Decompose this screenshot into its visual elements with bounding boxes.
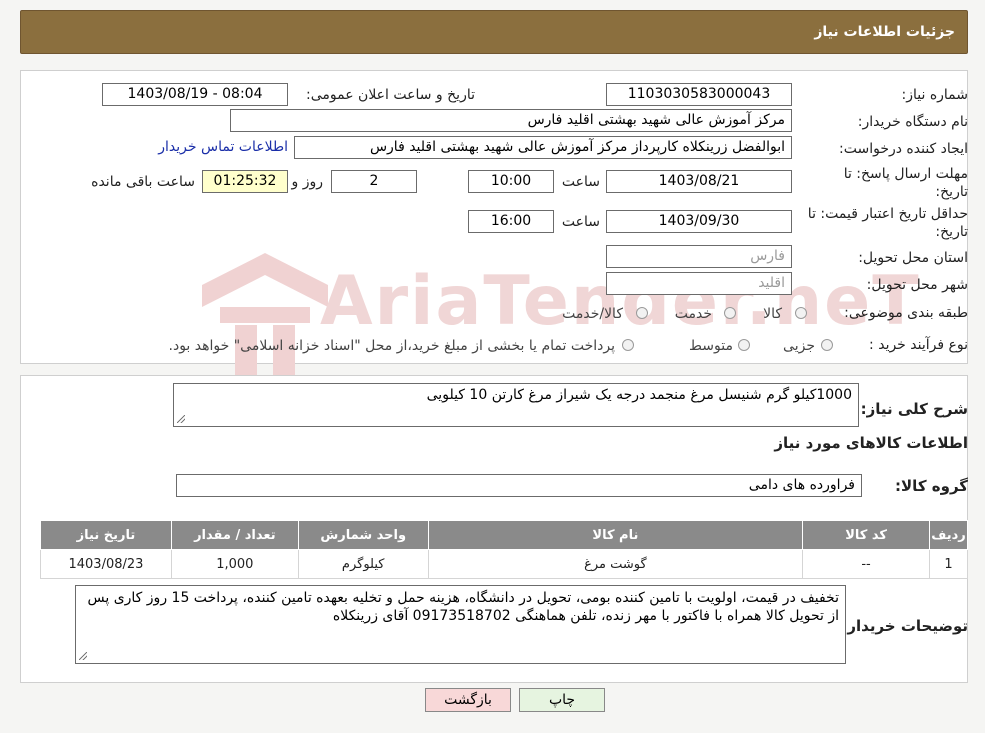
purchase-process-label: نوع فرآیند خرید :	[869, 337, 968, 353]
category-goods-radio[interactable]	[795, 307, 807, 319]
request-creator-label: ایجاد کننده درخواست:	[839, 141, 968, 157]
col-unit: واحد شمارش	[297, 520, 429, 550]
col-need-date: تاریخ نیاز	[40, 520, 172, 550]
price-validity-time-field: 16:00	[468, 210, 554, 233]
deadline-label: مهلت ارسال پاسخ: تا	[843, 166, 968, 182]
col-row-number: ردیف	[928, 520, 969, 550]
general-description-label: شرح کلی نیاز:	[860, 400, 968, 418]
buyer-org-field: مرکز آموزش عالی شهید بهشتی اقلید فارس	[230, 109, 792, 132]
need-number-field: 1103030583000043	[606, 83, 792, 106]
goods-group-field: فراورده های دامی	[176, 474, 862, 497]
announce-datetime-label: تاریخ و ساعت اعلان عمومی:	[306, 87, 475, 103]
category-service-label: خدمت	[674, 306, 712, 322]
cell-unit: کیلوگرم	[297, 549, 429, 579]
category-service-radio[interactable]	[724, 307, 736, 319]
goods-group-label: گروه کالا:	[895, 477, 968, 495]
request-creator-field: ابوالفضل زرینکلاه کارپرداز مرکز آموزش عا…	[294, 136, 792, 159]
process-minor-label: جزیی	[783, 338, 815, 354]
category-goods-service-label: کالا/خدمت	[562, 306, 623, 322]
cell-goods-code: --	[802, 549, 930, 579]
remaining-time-label: ساعت باقی مانده	[91, 174, 195, 190]
resize-grip-icon[interactable]	[177, 415, 185, 423]
cell-quantity: 1,000	[170, 549, 299, 579]
process-medium-label: متوسط	[689, 338, 733, 354]
goods-table: تاریخ نیاز تعداد / مقدار واحد شمارش نام …	[40, 520, 969, 579]
remaining-days-field: 2	[331, 170, 417, 193]
goods-info-title: اطلاعات کالاهای مورد نیاز	[774, 434, 968, 452]
page-header: جزئیات اطلاعات نیاز	[20, 10, 968, 54]
validity-time-label: ساعت	[561, 214, 600, 230]
buyer-notes-label: توضیحات خریدار:	[841, 617, 968, 635]
goods-table-header: تاریخ نیاز تعداد / مقدار واحد شمارش نام …	[40, 520, 969, 550]
buyer-notes-field[interactable]: تخفیف در قیمت، اولویت با تامین کننده بوم…	[75, 585, 846, 664]
back-button[interactable]: بازگشت	[425, 688, 511, 712]
delivery-province-label: استان محل تحویل:	[858, 250, 968, 266]
print-button[interactable]: چاپ	[519, 688, 605, 712]
process-minor-radio[interactable]	[821, 339, 833, 351]
delivery-city-label: شهر محل تحویل:	[866, 277, 968, 293]
delivery-city-field: اقلید	[606, 272, 792, 295]
deadline-time-label: ساعت	[561, 174, 600, 190]
price-validity-label: حداقل تاریخ اعتبار قیمت: تا	[807, 206, 968, 222]
category-goods-label: کالا	[763, 306, 782, 322]
delivery-province-field: فارس	[606, 245, 792, 268]
announce-datetime-field: 1403/08/19 - 08:04	[102, 83, 288, 106]
subject-category-label: طبقه بندی موضوعی:	[844, 305, 968, 321]
process-medium-radio[interactable]	[738, 339, 750, 351]
buyer-notes-text: تخفیف در قیمت، اولویت با تامین کننده بوم…	[87, 590, 840, 624]
category-goods-service-radio[interactable]	[636, 307, 648, 319]
treasury-payment-note: پرداخت تمام یا بخشی از مبلغ خرید،از محل …	[168, 338, 615, 354]
deadline-time-field: 10:00	[468, 170, 554, 193]
price-validity-label-date: تاریخ:	[935, 224, 968, 240]
cell-goods-name: گوشت مرغ	[427, 549, 804, 579]
cell-need-date: 1403/08/23	[40, 549, 172, 579]
col-quantity: تعداد / مقدار	[170, 520, 299, 550]
deadline-label-date: تاریخ:	[935, 184, 968, 200]
buyer-org-label: نام دستگاه خریدار:	[857, 114, 968, 130]
general-description-text: 1000کیلو گرم شنیسل مرغ منجمد درجه یک شیر…	[426, 387, 852, 403]
need-number-label: شماره نیاز:	[901, 87, 969, 103]
days-label: روز و	[291, 174, 324, 190]
price-validity-date-field: 1403/09/30	[606, 210, 792, 233]
resize-grip-icon[interactable]	[79, 652, 87, 660]
cell-row-number: 1	[928, 549, 969, 579]
col-goods-name: نام کالا	[427, 520, 804, 550]
treasury-payment-radio[interactable]	[622, 339, 634, 351]
col-goods-code: کد کالا	[802, 520, 930, 550]
buyer-contact-link[interactable]: اطلاعات تماس خریدار	[158, 139, 288, 155]
page-title: جزئیات اطلاعات نیاز	[814, 24, 955, 40]
deadline-date-field: 1403/08/21	[606, 170, 792, 193]
general-description-field[interactable]: 1000کیلو گرم شنیسل مرغ منجمد درجه یک شیر…	[173, 383, 859, 427]
remaining-time-field: 01:25:32	[202, 170, 288, 193]
table-row[interactable]: 1403/08/23 1,000 کیلوگرم گوشت مرغ -- 1	[40, 549, 969, 579]
